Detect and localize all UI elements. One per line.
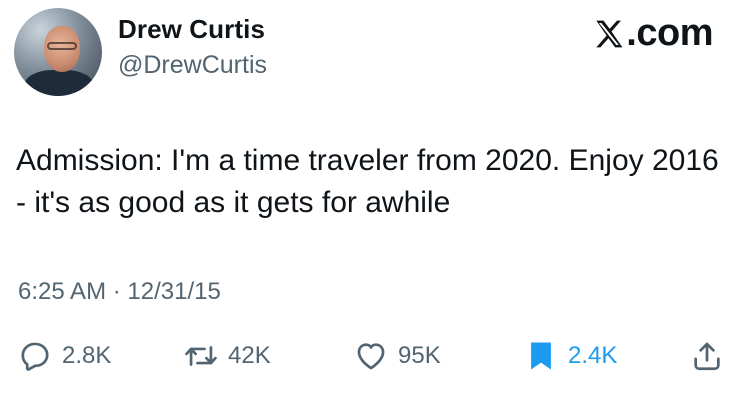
- bookmark-filled-icon: [531, 342, 551, 370]
- reply-count: 2.8K: [62, 342, 112, 369]
- bookmark-button[interactable]: 2.4K: [524, 334, 617, 378]
- reply-button[interactable]: 2.8K: [18, 334, 111, 378]
- repost-button[interactable]: 42K: [184, 334, 271, 378]
- x-logo-icon: [596, 20, 623, 47]
- author-handle[interactable]: @DrewCurtis: [118, 51, 267, 80]
- like-count: 95K: [398, 342, 441, 369]
- bookmark-count: 2.4K: [568, 342, 618, 369]
- repost-count: 42K: [228, 342, 271, 369]
- share-button[interactable]: [690, 334, 734, 378]
- avatar-shirt: [24, 70, 94, 96]
- repost-icon: [185, 346, 217, 366]
- tweet-text: Admission: I'm a time traveler from 2020…: [16, 144, 719, 219]
- brand-logo: .com: [593, 12, 713, 55]
- tweet-timestamp[interactable]: 6:25 AM · 12/31/15: [18, 278, 221, 306]
- heart-icon: [357, 343, 385, 370]
- like-button[interactable]: 95K: [354, 334, 441, 378]
- avatar-glasses: [47, 42, 77, 50]
- brand-domain: .com: [626, 12, 713, 54]
- reply-icon: [21, 342, 49, 371]
- action-bar: 2.8K 42K 95K 2.4K: [0, 334, 750, 378]
- author-name[interactable]: Drew Curtis: [118, 14, 265, 45]
- share-icon: [694, 342, 720, 371]
- avatar[interactable]: [14, 8, 102, 96]
